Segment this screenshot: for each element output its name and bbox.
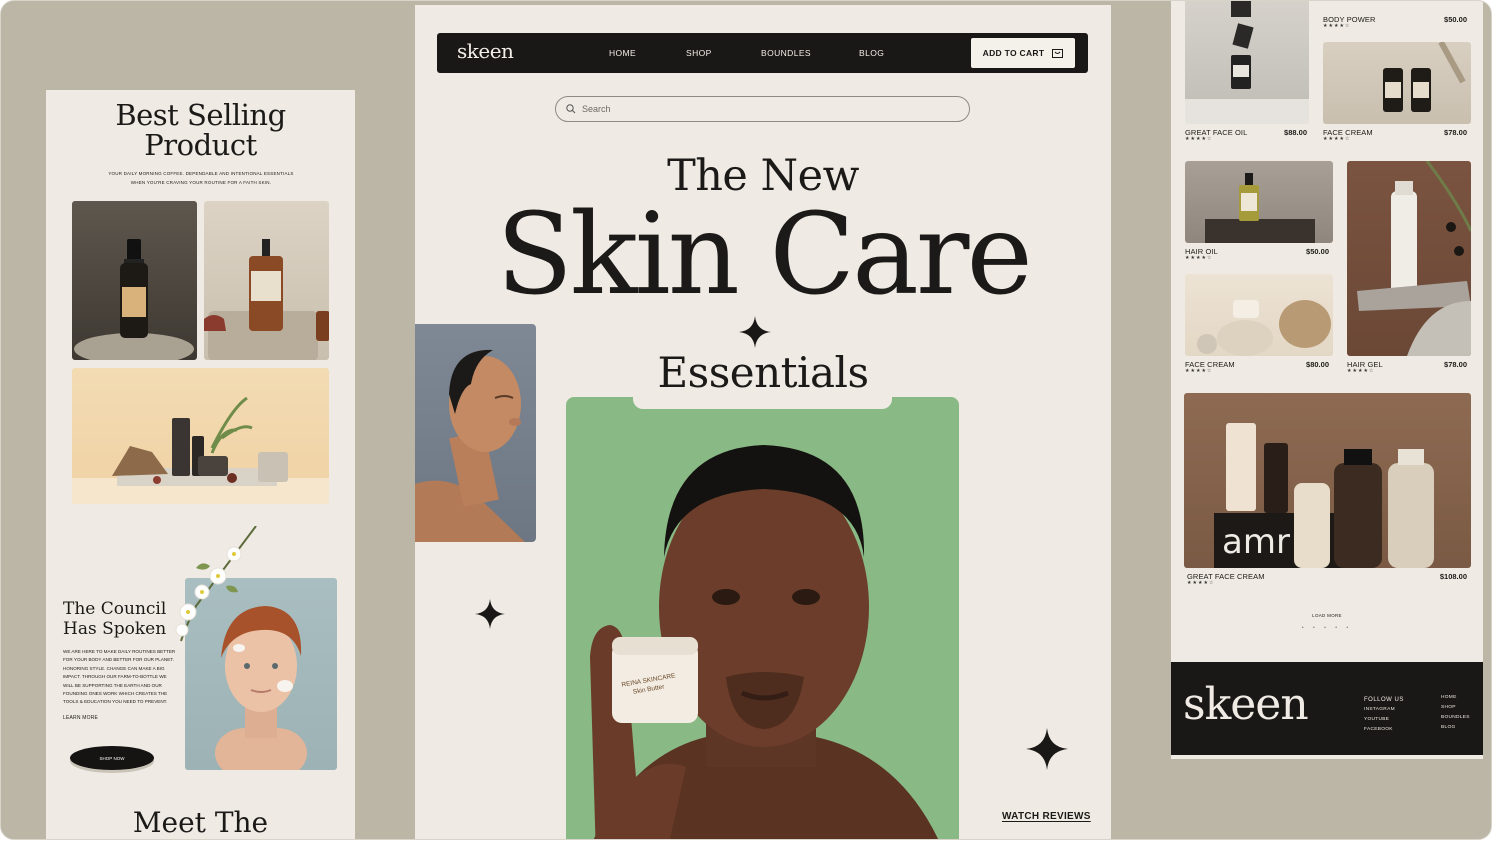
add-to-cart-button[interactable]: ADD TO CART	[971, 38, 1075, 68]
footer-instagram-link[interactable]: INSTAGRAM	[1364, 707, 1395, 712]
add-to-cart-label: ADD TO CART	[982, 48, 1045, 58]
hair-gel-photo[interactable]	[1347, 161, 1471, 356]
great-face-cream-photo[interactable]: amr	[1184, 393, 1471, 568]
product-rating-2: ★★★★☆	[1185, 136, 1213, 142]
footer-youtube-link[interactable]: YOUTUBE	[1364, 717, 1389, 722]
footer-blog-link[interactable]: BLOG	[1441, 725, 1456, 730]
top-navbar: skeen HOME SHOP BOUNDLES BLOG ADD TO CAR…	[437, 33, 1088, 73]
learn-more-link[interactable]: LEARN MORE	[63, 715, 98, 721]
search-bar[interactable]	[555, 96, 970, 122]
product-rating-7: ★★★★☆	[1187, 580, 1215, 586]
stacked-jars-photo[interactable]	[1185, 1, 1309, 124]
hero-model-photo	[566, 397, 959, 839]
hero-line-2: Skin Care	[496, 190, 1032, 320]
product-rating-6: ★★★★☆	[1347, 368, 1375, 374]
box-logo-text: amr	[1222, 522, 1290, 562]
sparkle-icon-left	[475, 599, 505, 629]
face-cream-stones-photo[interactable]	[1185, 274, 1333, 356]
council-heading: The Council Has Spoken	[63, 599, 166, 639]
subtitle-line-1: Your daily morning coffee. Dependable an…	[108, 171, 294, 176]
cart-icon	[1052, 48, 1064, 58]
best-selling-page: Best Selling Product Your daily morning …	[46, 90, 355, 839]
best-selling-title: Best Selling Product	[46, 100, 355, 160]
product-grid-page: BODY POWER $50.00 ★★★★☆ GREAT FACE OIL $…	[1171, 1, 1483, 759]
watch-reviews-link[interactable]: WATCH REVIEWS	[1002, 811, 1091, 822]
product-rating-1: ★★★★☆	[1323, 23, 1351, 29]
nav-blog[interactable]: BLOG	[859, 48, 884, 58]
shop-now-button[interactable]: SHOP NOW	[70, 746, 154, 770]
council-body: We are here to make daily routines bette…	[63, 649, 176, 705]
nav-shop[interactable]: SHOP	[686, 48, 712, 58]
footer-shop-link[interactable]: SHOP	[1441, 705, 1456, 710]
product-price-6: $78.00	[1444, 360, 1467, 369]
meet-heading: Meet The	[132, 806, 269, 839]
footer-boundles-link[interactable]: BOUNDLES	[1441, 715, 1470, 720]
follow-us-heading: FOLLOW US	[1364, 697, 1404, 703]
flower-decoration	[166, 526, 266, 646]
product-price-7: $108.00	[1439, 572, 1467, 581]
subtitle-line-2: when you're craving your routine for a f…	[130, 180, 272, 185]
site-footer: skeen FOLLOW US INSTAGRAM YOUTUBE FACEBO…	[1171, 662, 1483, 755]
product-rating-5: ★★★★☆	[1185, 368, 1213, 374]
product-price-5: $80.00	[1306, 360, 1329, 369]
sparkle-icon-right	[1026, 728, 1068, 770]
product-price-1: $50.00	[1444, 15, 1467, 24]
product-price-2: $88.00	[1284, 128, 1307, 137]
product-rating-3: ★★★★☆	[1323, 136, 1351, 142]
product-rating-4: ★★★★☆	[1185, 255, 1213, 261]
load-more-button[interactable]: LOAD MORE	[1171, 613, 1483, 618]
council-line-1: The Council	[63, 599, 167, 619]
nav-boundles[interactable]: BOUNDLES	[761, 48, 811, 58]
hero-notch	[633, 397, 892, 409]
footer-home-link[interactable]: HOME	[1441, 695, 1457, 700]
face-cream-jars-photo[interactable]	[1323, 42, 1471, 124]
product-price-4: $50.00	[1306, 247, 1329, 256]
council-line-2: Has Spoken	[63, 619, 167, 639]
product-price-3: $78.00	[1444, 128, 1467, 137]
hero-page: skeen HOME SHOP BOUNDLES BLOG ADD TO CAR…	[415, 5, 1111, 839]
brand-logo[interactable]: skeen	[457, 39, 514, 63]
serum-photo[interactable]	[72, 201, 197, 360]
arrangement-photo[interactable]	[72, 368, 329, 504]
pagination-dots[interactable]: • • • • •	[1171, 625, 1483, 631]
sparkle-icon	[739, 316, 771, 348]
footer-logo[interactable]: skeen	[1183, 680, 1309, 730]
search-icon	[566, 104, 576, 114]
canvas: Best Selling Product Your daily morning …	[0, 0, 1492, 840]
footer-facebook-link[interactable]: FACEBOOK	[1364, 727, 1393, 732]
title-line-2: Product	[144, 128, 257, 162]
hair-oil-photo[interactable]	[1185, 161, 1333, 243]
side-model-photo	[415, 324, 536, 542]
nav-home[interactable]: HOME	[609, 48, 636, 58]
title-line-1: Best Selling	[115, 98, 286, 132]
amber-bottle-photo[interactable]	[204, 201, 329, 360]
search-input[interactable]	[582, 104, 942, 114]
best-selling-subtitle: Your daily morning coffee. Dependable an…	[101, 169, 301, 187]
